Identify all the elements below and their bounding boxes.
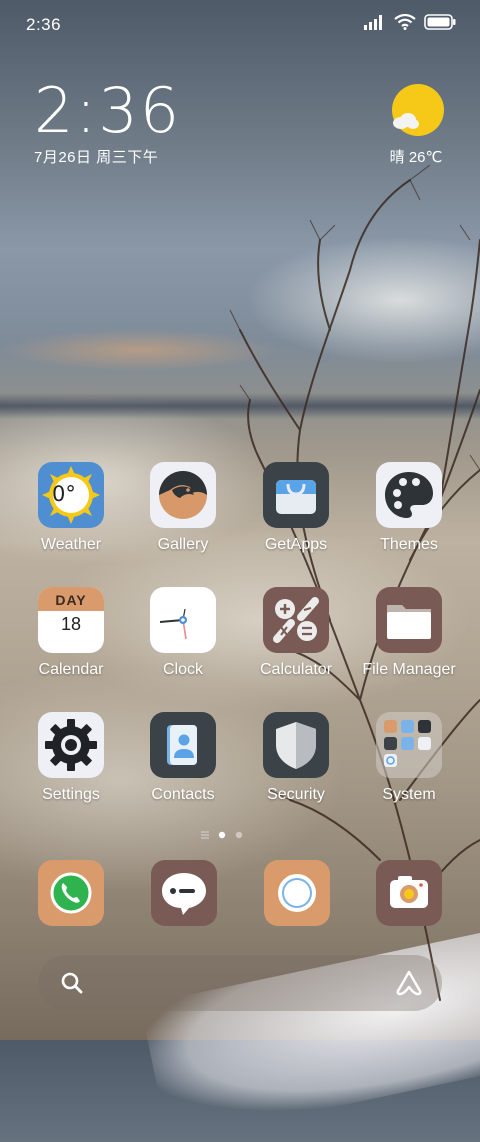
app-label: Themes <box>380 536 438 553</box>
app-weather[interactable]: 0° Weather <box>16 462 126 554</box>
app-contacts[interactable]: Contacts <box>128 712 238 804</box>
settings-icon <box>38 712 104 778</box>
weather-condition: 晴 <box>389 149 405 166</box>
wallpaper-snow <box>140 917 480 1142</box>
dock-browser[interactable] <box>264 860 330 926</box>
app-system-folder[interactable]: System <box>354 712 464 804</box>
dock-camera[interactable] <box>376 860 442 926</box>
widget-date: 7月26日 周三下午 <box>34 149 159 166</box>
app-label: GetApps <box>264 536 328 553</box>
app-clock[interactable]: Clock <box>128 587 238 679</box>
dock-phone[interactable] <box>38 860 104 926</box>
calendar-icon: DAY 18 <box>38 587 104 653</box>
browser-icon <box>278 874 316 912</box>
calendar-day-label: DAY <box>55 592 87 608</box>
app-label: System <box>382 786 436 803</box>
weather-temperature: 26℃ <box>408 149 443 166</box>
contacts-icon <box>150 712 216 778</box>
app-label: Contacts <box>151 786 215 803</box>
status-time: 2:36 <box>26 15 62 34</box>
status-bar: 2:36 <box>0 0 480 48</box>
app-file-manager[interactable]: File Manager <box>354 587 464 679</box>
signal-icon <box>364 14 386 35</box>
battery-icon <box>424 14 456 35</box>
page-dot-active[interactable] <box>218 831 226 839</box>
weather-text: 晴 26℃ <box>384 146 448 167</box>
system-folder-icon <box>376 712 442 778</box>
themes-icon <box>376 462 442 528</box>
app-label: Security <box>267 786 325 803</box>
app-getapps[interactable]: GetApps <box>241 462 351 554</box>
status-icons <box>364 13 456 35</box>
app-calendar[interactable]: DAY 18 Calendar <box>16 587 126 679</box>
search-icon[interactable] <box>60 971 84 995</box>
file-manager-icon <box>376 587 442 653</box>
app-security[interactable]: Security <box>241 712 351 804</box>
calculator-icon <box>263 587 329 653</box>
app-label: Calculator <box>259 661 333 678</box>
gallery-icon <box>150 462 216 528</box>
app-label: Settings <box>42 786 100 803</box>
app-label: Clock <box>162 661 203 678</box>
wallpaper-horizon <box>0 393 480 419</box>
app-themes[interactable]: Themes <box>354 462 464 554</box>
app-label: Calendar <box>38 661 104 678</box>
weather-icon-temp: 0° <box>52 482 76 506</box>
weather-icon: 0° <box>38 462 104 528</box>
messages-icon <box>162 873 206 915</box>
app-label: File Manager <box>362 661 456 678</box>
app-label: Weather <box>40 536 102 553</box>
weather-widget[interactable]: 晴 26℃ <box>384 82 454 172</box>
app-label: Gallery <box>157 536 209 553</box>
dock-messages[interactable] <box>151 860 217 926</box>
phone-icon <box>50 872 92 914</box>
calendar-day-number: 18 <box>60 614 82 634</box>
getapps-icon <box>263 462 329 528</box>
cloud-icon <box>393 113 419 129</box>
search-bar[interactable] <box>38 955 442 1011</box>
camera-icon <box>390 876 428 908</box>
assistant-icon[interactable] <box>394 969 424 997</box>
clock-icon <box>150 587 216 653</box>
app-gallery[interactable]: Gallery <box>128 462 238 554</box>
wifi-icon <box>394 13 416 35</box>
page-dot[interactable] <box>235 831 243 839</box>
page-indicator <box>201 831 243 839</box>
clock-widget[interactable]: 2:36 7月26日 周三下午 <box>34 80 254 170</box>
widget-time: 2:36 <box>34 74 182 147</box>
menu-indicator-icon <box>201 831 209 839</box>
app-settings[interactable]: Settings <box>16 712 126 804</box>
app-calculator[interactable]: Calculator <box>241 587 351 679</box>
security-icon <box>263 712 329 778</box>
